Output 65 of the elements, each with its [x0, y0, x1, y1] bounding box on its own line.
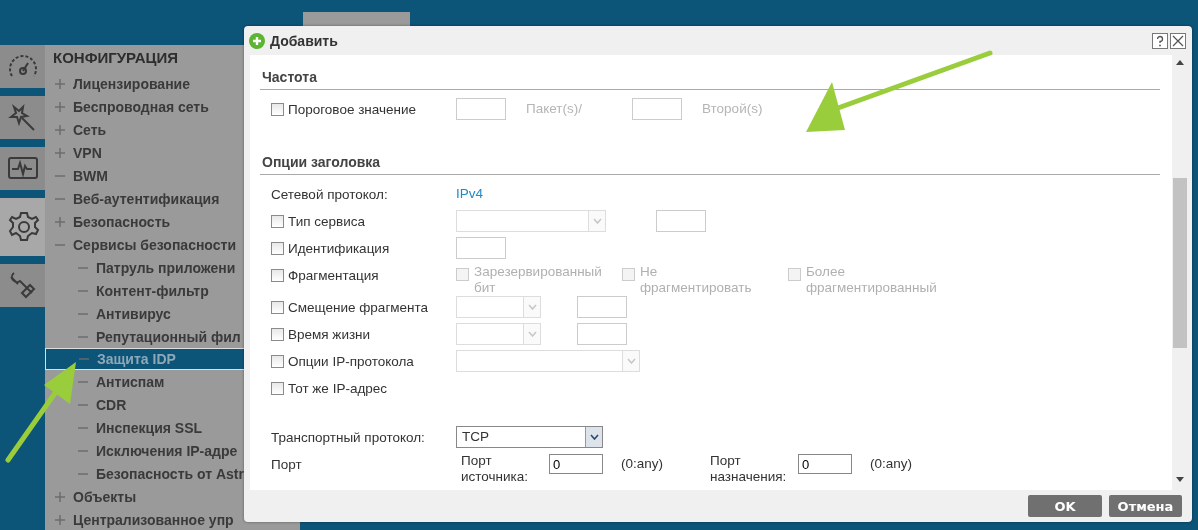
checkbox[interactable]	[271, 300, 284, 314]
checkbox[interactable]	[271, 381, 284, 395]
chevron-down-icon	[527, 331, 537, 337]
checkbox-label: Более фрагментированный	[806, 264, 938, 296]
checkbox[interactable]	[271, 241, 284, 255]
scroll-up-icon[interactable]	[1176, 60, 1184, 65]
close-icon[interactable]	[1170, 32, 1186, 49]
help-icon[interactable]	[1152, 32, 1168, 49]
hint-text: (0:any)	[870, 455, 913, 473]
tree-item[interactable]: Централизованное упр	[45, 508, 300, 530]
tree-item[interactable]: Сеть	[45, 118, 300, 141]
tree-item[interactable]: Объекты	[45, 485, 300, 508]
add-icon	[249, 32, 265, 49]
field-label: Порт назначения:	[710, 453, 788, 485]
checkbox-label: Идентификация	[288, 240, 390, 256]
checkbox[interactable]	[271, 102, 284, 116]
input-field[interactable]: 0	[549, 454, 603, 474]
checkbox-label: Тот же IP-адрес	[288, 380, 388, 396]
unit-label: Пакет(s)/	[526, 100, 582, 118]
section-heading: Опции заголовка	[260, 154, 1160, 175]
checkbox-label: Смещение фрагмента	[288, 299, 429, 315]
field-label: Сетевой протокол:	[270, 185, 389, 204]
plus-icon	[55, 124, 65, 135]
checkbox-label: Зарезервированный бит	[474, 264, 599, 296]
chevron-down-icon	[527, 304, 537, 310]
chevron-down-icon	[626, 358, 636, 364]
sidebar-tab[interactable]	[0, 96, 45, 139]
checkbox[interactable]	[271, 214, 284, 228]
plus-icon	[55, 216, 65, 227]
sidebar-tab[interactable]	[0, 198, 48, 256]
plus-icon	[55, 101, 65, 112]
unit-label: Второй(s)	[702, 100, 763, 118]
field-label: Порт	[270, 455, 303, 474]
tree-item[interactable]: CDR	[45, 393, 300, 416]
scrollbar-thumb[interactable]	[1173, 178, 1187, 348]
section-heading: Частота	[260, 69, 1160, 90]
plus-icon	[55, 78, 65, 89]
checkbox-label: Фрагментация	[288, 267, 379, 283]
dialog-title: Добавить	[270, 32, 338, 49]
field-label: Порт источника:	[461, 453, 530, 485]
chevron-down-icon	[592, 218, 602, 224]
checkbox[interactable]	[271, 354, 284, 368]
checkbox-label: Время жизни	[288, 326, 371, 342]
dropdown[interactable]: TCP	[456, 426, 603, 448]
checkbox-label: Пороговое значение	[288, 101, 417, 117]
input-field[interactable]: 0	[798, 454, 853, 474]
checkbox[interactable]	[271, 268, 284, 282]
sidebar-tab[interactable]	[0, 264, 45, 307]
plus-icon	[55, 514, 65, 525]
hint-text: (0:any)	[621, 455, 664, 473]
settings-icon	[7, 210, 41, 244]
checkbox[interactable]	[271, 327, 284, 341]
checkbox-label: Тип сервиса	[288, 213, 365, 229]
cancel-button[interactable]: Отмена	[1109, 495, 1182, 517]
plus-icon	[55, 147, 65, 158]
plus-icon	[55, 491, 65, 502]
checkbox-label: Не фрагментировать	[640, 264, 753, 296]
section-title: КОНФИГУРАЦИЯ	[52, 49, 180, 68]
sidebar-tab[interactable]	[0, 147, 45, 190]
field-label: Транспортный протокол:	[270, 428, 426, 447]
ok-button[interactable]: OK	[1028, 495, 1102, 517]
protocol-value: IPv4	[456, 185, 483, 203]
scroll-down-icon[interactable]	[1176, 477, 1184, 482]
chevron-down-icon	[589, 434, 599, 440]
sidebar-tab[interactable]	[0, 45, 45, 88]
